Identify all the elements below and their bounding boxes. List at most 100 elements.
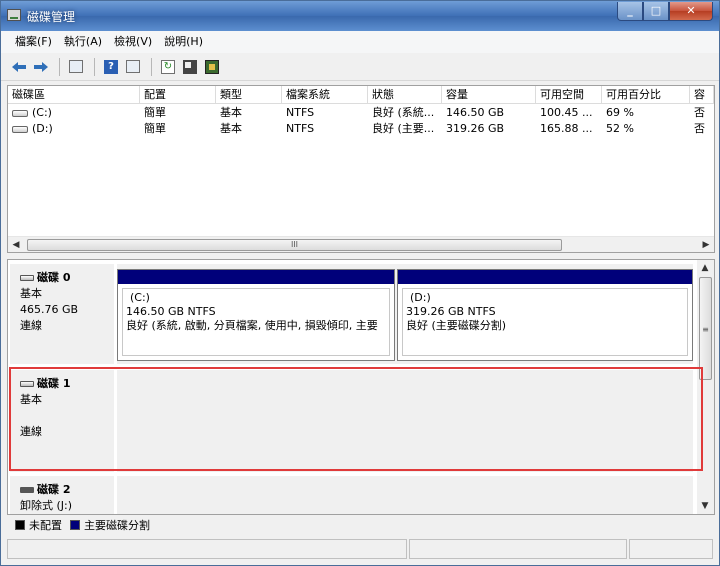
partition-d[interactable]: (D:) 319.26 GB NTFS 良好 (主要磁碟分割) xyxy=(397,269,693,361)
type-cell: 基本 xyxy=(220,106,242,119)
title-bar[interactable]: 磁碟管理 _ □ ✕ xyxy=(1,1,719,31)
help-icon: ? xyxy=(104,59,118,74)
scroll-down-arrow-icon[interactable]: ▼ xyxy=(697,498,713,514)
volume-list-header: 磁碟區 配置 類型 檔案系統 狀態 容量 可用空間 可用百分比 容 xyxy=(8,86,714,104)
horizontal-scrollbar[interactable]: ◀ III ▶ xyxy=(8,236,714,252)
fault-tolerance-cell: 否 xyxy=(694,122,705,135)
refresh-button[interactable]: ↻ xyxy=(158,57,178,77)
status-cell: 良好 (主要... xyxy=(372,122,435,135)
partition-d-name: (D:) xyxy=(410,291,431,304)
help-button[interactable]: ? xyxy=(101,57,121,77)
console-tree-icon xyxy=(69,60,83,73)
filesystem-cell: NTFS xyxy=(286,122,315,135)
menu-help[interactable]: 說明(H) xyxy=(158,31,209,53)
toolbar: ? ↻ xyxy=(1,53,719,81)
menu-file[interactable]: 檔案(F) xyxy=(9,31,58,53)
menu-bar: 檔案(F) 執行(A) 檢視(V) 說明(H) xyxy=(1,31,719,53)
free-space-cell: 100.45 ... xyxy=(540,106,593,119)
primary-partition-swatch xyxy=(70,520,80,530)
partition-c-status: 良好 (系統, 啟動, 分頁檔案, 使用中, 損毀傾印, 主要 xyxy=(126,319,378,332)
toolbar-separator xyxy=(59,57,60,76)
type-cell: 基本 xyxy=(220,122,242,135)
disk-icon xyxy=(205,59,219,74)
column-header-free-space[interactable]: 可用空間 xyxy=(536,86,602,104)
disk-2-type: 卸除式 (J:) xyxy=(20,499,73,512)
disk-button[interactable] xyxy=(202,57,222,77)
partition-c-body: (C:) 146.50 GB NTFS 良好 (系統, 啟動, 分頁檔案, 使用… xyxy=(122,288,390,356)
primary-partition-bar xyxy=(398,270,692,284)
disk-0-name: 磁碟 0 xyxy=(20,270,114,286)
back-button[interactable] xyxy=(9,57,29,77)
column-header-volume[interactable]: 磁碟區 xyxy=(8,86,140,104)
volume-name: (C:) xyxy=(32,106,52,119)
column-header-layout[interactable]: 配置 xyxy=(140,86,216,104)
minimize-button[interactable]: _ xyxy=(617,2,643,21)
legend-primary-partition: 主要磁碟分割 xyxy=(84,519,150,532)
table-row[interactable]: (C:) 簡單 基本 NTFS 良好 (系統... 146.50 GB 100.… xyxy=(8,105,714,121)
maximize-button[interactable]: □ xyxy=(643,2,669,21)
show-hide-icon xyxy=(126,60,140,73)
disk-2-name: 磁碟 2 xyxy=(20,482,114,498)
menu-action[interactable]: 執行(A) xyxy=(58,31,108,53)
disk-0-partitions: (C:) 146.50 GB NTFS 良好 (系統, 啟動, 分頁檔案, 使用… xyxy=(117,264,693,364)
scroll-right-arrow-icon[interactable]: ▶ xyxy=(698,237,714,253)
removable-disk-icon xyxy=(20,487,34,493)
window-title: 磁碟管理 xyxy=(27,10,76,24)
forward-button[interactable] xyxy=(31,57,51,77)
capacity-cell: 146.50 GB xyxy=(446,106,505,119)
column-header-percent-free[interactable]: 可用百分比 xyxy=(602,86,690,104)
disk-0-label[interactable]: 磁碟 0 基本 465.76 GB 連線 xyxy=(10,264,114,364)
column-header-filesystem[interactable]: 檔案系統 xyxy=(282,86,368,104)
table-row[interactable]: (D:) 簡單 基本 NTFS 良好 (主要... 319.26 GB 165.… xyxy=(8,121,714,137)
disk-2-label[interactable]: 磁碟 2 卸除式 (J:) xyxy=(10,476,114,514)
disk-2-row[interactable]: 磁碟 2 卸除式 (J:) xyxy=(8,476,698,514)
free-space-cell: 165.88 ... xyxy=(540,122,593,135)
disk-2-empty-area[interactable] xyxy=(117,476,693,514)
disk-0-size: 465.76 GB xyxy=(20,303,79,316)
partition-d-body: (D:) 319.26 GB NTFS 良好 (主要磁碟分割) xyxy=(402,288,688,356)
properties-icon xyxy=(183,59,197,74)
console-tree-button[interactable] xyxy=(66,57,86,77)
partition-c[interactable]: (C:) 146.50 GB NTFS 良好 (系統, 啟動, 分頁檔案, 使用… xyxy=(117,269,395,361)
status-bar xyxy=(7,539,715,561)
volume-icon xyxy=(12,125,28,133)
menu-view[interactable]: 檢視(V) xyxy=(108,31,158,53)
disk-0-status: 連線 xyxy=(20,319,42,332)
legend: 未配置 主要磁碟分割 xyxy=(7,515,715,535)
column-header-fault-tolerance[interactable]: 容 xyxy=(690,86,714,104)
partition-c-size: 146.50 GB NTFS xyxy=(126,305,216,318)
status-cell: 良好 (系統... xyxy=(372,106,435,119)
disk-0-row[interactable]: 磁碟 0 基本 465.76 GB 連線 (C:) 146.50 GB NTFS… xyxy=(8,264,698,364)
volume-list: 磁碟區 配置 類型 檔案系統 狀態 容量 可用空間 可用百分比 容 (C:) 簡… xyxy=(7,85,715,253)
volume-icon xyxy=(12,109,28,117)
legend-unallocated: 未配置 xyxy=(29,519,62,532)
disk-2-title: 磁碟 2 xyxy=(37,483,71,496)
show-hide-button[interactable] xyxy=(123,57,143,77)
column-header-capacity[interactable]: 容量 xyxy=(442,86,536,104)
partition-c-name: (C:) xyxy=(130,291,150,304)
layout-cell: 簡單 xyxy=(144,122,166,135)
hard-disk-icon xyxy=(20,275,34,281)
volume-cell: (D:) xyxy=(8,121,140,137)
partition-d-status: 良好 (主要磁碟分割) xyxy=(406,319,507,332)
status-bar-pane xyxy=(7,539,407,559)
disk-0-title: 磁碟 0 xyxy=(37,271,71,284)
disk-management-window: 磁碟管理 _ □ ✕ 檔案(F) 執行(A) 檢視(V) 說明(H) ? ↻ 磁… xyxy=(0,0,720,566)
filesystem-cell: NTFS xyxy=(286,106,315,119)
column-header-type[interactable]: 類型 xyxy=(216,86,282,104)
properties-button[interactable] xyxy=(180,57,200,77)
partition-d-size: 319.26 GB NTFS xyxy=(406,305,496,318)
percent-free-cell: 52 % xyxy=(606,122,634,135)
toolbar-separator xyxy=(151,57,152,76)
back-arrow-icon xyxy=(12,61,26,72)
forward-arrow-icon xyxy=(34,61,48,72)
vertical-scroll-thumb[interactable]: ≡ xyxy=(699,277,712,380)
close-button[interactable]: ✕ xyxy=(669,2,713,21)
capacity-cell: 319.26 GB xyxy=(446,122,505,135)
column-header-status[interactable]: 狀態 xyxy=(368,86,442,104)
scroll-up-arrow-icon[interactable]: ▲ xyxy=(697,260,713,276)
volume-name: (D:) xyxy=(32,122,53,135)
horizontal-scroll-thumb[interactable]: III xyxy=(27,239,562,251)
status-bar-pane xyxy=(409,539,627,559)
scroll-left-arrow-icon[interactable]: ◀ xyxy=(8,237,24,253)
